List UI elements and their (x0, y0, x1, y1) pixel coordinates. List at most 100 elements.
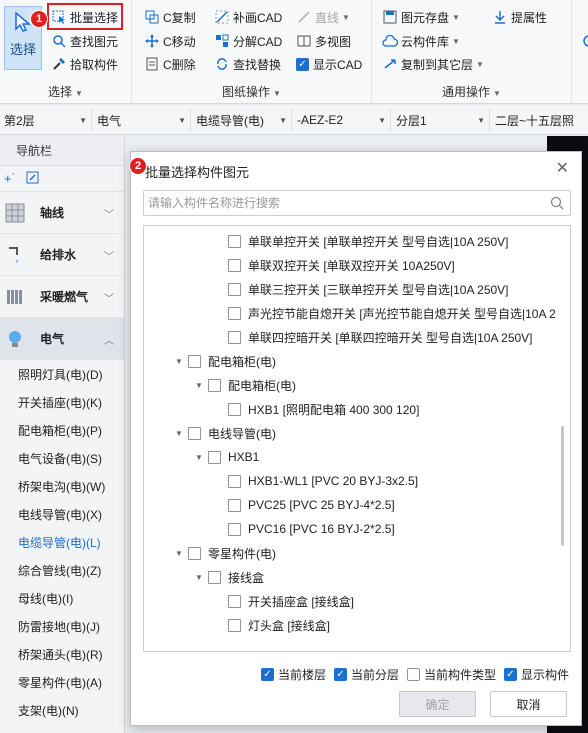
add-icon[interactable]: +˙ (4, 171, 16, 186)
ok-button[interactable]: 确定 (399, 691, 476, 717)
tree-group[interactable]: ▼ 接线盒 (194, 566, 264, 588)
tree-item[interactable]: 单联单控开关 [单联单控开关 型号自选|10A 250V] (228, 230, 509, 252)
tree-item[interactable]: PVC25 [PVC 25 BYJ-4*2.5] (228, 494, 395, 516)
tree-item[interactable]: 单联四控暗开关 [单联四控暗开关 型号自选|10A 250V] (228, 326, 533, 348)
tree-group[interactable]: ▼ 配电箱柜(电) (194, 374, 296, 396)
nav-item-electric-device[interactable]: 电气设备(电)(S) (0, 444, 124, 472)
ribbon-extra-icon[interactable] (578, 30, 588, 52)
expand-toggle-icon[interactable]: ▼ (194, 381, 204, 390)
tree-checkbox[interactable] (228, 330, 241, 344)
expand-toggle-icon[interactable]: ▼ (174, 357, 184, 366)
floor-select[interactable]: 第2层 ▼ (0, 109, 92, 131)
tree-item[interactable]: 单联三控开关 [三联单控开关 型号自选|10A 250V] (228, 278, 509, 300)
discipline-select[interactable]: 电气 ▼ (93, 109, 191, 131)
tree-checkbox[interactable] (208, 450, 221, 464)
nav-item-wire-conduit[interactable]: 电线导管(电)(X) (0, 500, 124, 528)
find-element-label: 查找图元 (70, 34, 119, 49)
nav-category-heating[interactable]: 采暖燃气 ﹀ (0, 276, 124, 318)
tree-item[interactable]: 灯头盒 [接线盒] (228, 614, 330, 636)
tree-checkbox[interactable] (208, 570, 221, 584)
nav-item-combined-pipeline[interactable]: 综合管线(电)(Z) (0, 556, 124, 584)
tree-item[interactable]: 单联双控开关 [单联双控开关 10A250V] (228, 254, 455, 276)
tree-item-label: 开关插座盒 [接线盒] (248, 594, 355, 609)
nav-item-tray-fitting[interactable]: 桥架通头(电)(R) (0, 640, 124, 668)
nav-category-plumbing[interactable]: 给排水 ﹀ (0, 234, 124, 276)
edit-icon[interactable] (26, 171, 39, 187)
nav-item-lighting[interactable]: 照明灯具(电)(D) (0, 360, 124, 388)
current-layer-checkbox[interactable]: ✓ 当前分层 (334, 664, 399, 684)
nav-category-electrical[interactable]: 电气 ︿ (0, 318, 124, 360)
cloud-lib-button[interactable]: 云构件库 ▼ (382, 30, 460, 52)
pick-component-button[interactable]: 拾取构件 (51, 53, 118, 75)
current-type-checkbox[interactable]: 当前构件类型 (407, 664, 496, 684)
tree-checkbox[interactable] (228, 402, 241, 416)
component-select[interactable]: -AEZ-E2 ▼ (293, 109, 391, 131)
tree-checkbox[interactable] (228, 498, 241, 512)
tree-checkbox[interactable] (228, 618, 241, 632)
tree-checkbox[interactable] (228, 522, 241, 536)
tree-group[interactable]: ▼ 零星构件(电) (174, 542, 276, 564)
tree-item[interactable]: 开关插座盒 [接线盒] (228, 590, 354, 612)
tree-item[interactable]: 声光控节能自熄开关 [声光控节能自熄开关 型号自选|10A 2 (228, 302, 556, 324)
nav-category-axis[interactable]: 轴线 ﹀ (0, 192, 124, 234)
delete-button[interactable]: C删除 (144, 53, 196, 75)
tree-group[interactable]: ▼ HXB1 (194, 446, 259, 468)
close-icon[interactable]: ✕ (556, 158, 569, 178)
cancel-button[interactable]: 取消 (490, 691, 567, 717)
type-value: 电缆导管(电) (196, 113, 264, 128)
nav-item-switch-socket[interactable]: 开关插座(电)(K) (0, 388, 124, 416)
show-component-checkbox[interactable]: ✓ 显示构件 (504, 664, 569, 684)
tree-checkbox[interactable] (228, 258, 241, 272)
find-element-button[interactable]: 查找图元 (51, 30, 118, 52)
nav-category-label: 轴线 (40, 206, 65, 220)
decompose-cad-button[interactable]: 分解CAD (214, 30, 282, 52)
option-label: 当前构件类型 (424, 667, 497, 682)
tree-checkbox[interactable] (228, 594, 241, 608)
view-select[interactable]: 二层~十五层照 (491, 109, 588, 131)
show-cad-checkbox[interactable]: ✓ 显示CAD (296, 53, 362, 75)
copy-to-floor-button[interactable]: 复制到其它层 ▼ (382, 53, 484, 75)
type-select[interactable]: 电缆导管(电) ▼ (192, 109, 292, 131)
tree-checkbox[interactable] (228, 306, 241, 320)
tree-checkbox[interactable] (208, 378, 221, 392)
element-save-button[interactable]: 图元存盘 ▼ (382, 6, 460, 28)
copy-button[interactable]: C复制 (144, 6, 196, 28)
fill-cad-button[interactable]: 补画CAD (214, 6, 282, 28)
layer-select[interactable]: 分层1 ▼ (392, 109, 490, 131)
nav-item-misc-component[interactable]: 零星构件(电)(A) (0, 668, 124, 696)
extract-attr-button[interactable]: 提属性 (492, 6, 547, 28)
tree-item-label: HXB1-WL1 [PVC 20 BYJ-3x2.5] (248, 474, 419, 488)
tree-checkbox[interactable] (228, 474, 241, 488)
line-icon (296, 9, 312, 25)
tree-scrollbar[interactable] (561, 426, 564, 546)
nav-item-distribution-box[interactable]: 配电箱柜(电)(P) (0, 416, 124, 444)
nav-item-bracket[interactable]: 支架(电)(N) (0, 696, 124, 724)
tree-checkbox[interactable] (188, 426, 201, 440)
tree-group-label: 接线盒 (228, 570, 265, 585)
tree-item[interactable]: PVC16 [PVC 16 BYJ-2*2.5] (228, 518, 395, 540)
move-button[interactable]: C移动 (144, 30, 196, 52)
current-floor-checkbox[interactable]: ✓ 当前楼层 (261, 664, 326, 684)
expand-toggle-icon[interactable]: ▼ (174, 549, 184, 558)
tree-checkbox[interactable] (228, 234, 241, 248)
tree-checkbox[interactable] (228, 282, 241, 296)
search-icon[interactable] (550, 196, 564, 213)
find-replace-button[interactable]: 查找替换 (214, 53, 281, 75)
expand-toggle-icon[interactable]: ▼ (174, 429, 184, 438)
multi-view-button[interactable]: 多视图 (296, 30, 351, 52)
tree-item[interactable]: HXB1-WL1 [PVC 20 BYJ-3x2.5] (228, 470, 418, 492)
tree-group[interactable]: ▼ 电线导管(电) (174, 422, 276, 444)
tree-item[interactable]: HXB1 [照明配电箱 400 300 120] (228, 398, 419, 420)
nav-item-cable-tray[interactable]: 桥架电沟(电)(W) (0, 472, 124, 500)
tree-checkbox[interactable] (188, 546, 201, 560)
tree-checkbox[interactable] (188, 354, 201, 368)
line-button[interactable]: 直线 ▼ (296, 6, 350, 28)
tree-group[interactable]: ▼ 配电箱柜(电) (174, 350, 276, 372)
multi-view-icon (296, 33, 312, 49)
nav-item-cable-conduit[interactable]: 电缆导管(电)(L) (0, 528, 124, 556)
search-input[interactable] (144, 191, 539, 215)
nav-item-lightning-grounding[interactable]: 防雷接地(电)(J) (0, 612, 124, 640)
nav-item-busbar[interactable]: 母线(电)(I) (0, 584, 124, 612)
expand-toggle-icon[interactable]: ▼ (194, 573, 204, 582)
expand-toggle-icon[interactable]: ▼ (194, 453, 204, 462)
